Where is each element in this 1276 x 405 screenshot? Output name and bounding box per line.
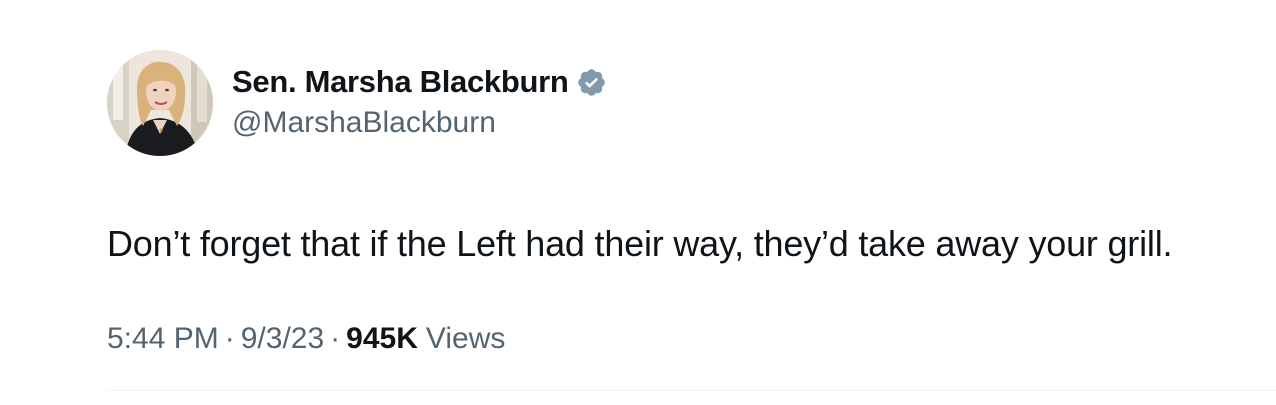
tweet-time[interactable]: 5:44 PM bbox=[107, 322, 219, 356]
views-label[interactable]: Views bbox=[426, 322, 505, 356]
author-block: Sen. Marsha Blackburn @MarshaBlackburn bbox=[232, 62, 607, 140]
avatar-image bbox=[107, 50, 213, 156]
tweet-meta: 5:44 PM · 9/3/23 · 945K Views bbox=[107, 322, 505, 356]
name-row: Sen. Marsha Blackburn bbox=[232, 62, 607, 102]
divider bbox=[107, 390, 1276, 391]
meta-separator: · bbox=[224, 322, 235, 355]
tweet-date[interactable]: 9/3/23 bbox=[241, 322, 324, 356]
tweet-text: Don’t forget that if the Left had their … bbox=[107, 223, 1173, 264]
avatar[interactable] bbox=[107, 50, 213, 156]
views-count[interactable]: 945K bbox=[346, 322, 418, 356]
handle[interactable]: @MarshaBlackburn bbox=[232, 106, 607, 140]
tweet: Sen. Marsha Blackburn @MarshaBlackburn D… bbox=[107, 0, 1276, 405]
meta-separator: · bbox=[330, 322, 341, 355]
display-name[interactable]: Sen. Marsha Blackburn bbox=[232, 64, 569, 100]
verified-badge-icon[interactable] bbox=[576, 67, 607, 98]
